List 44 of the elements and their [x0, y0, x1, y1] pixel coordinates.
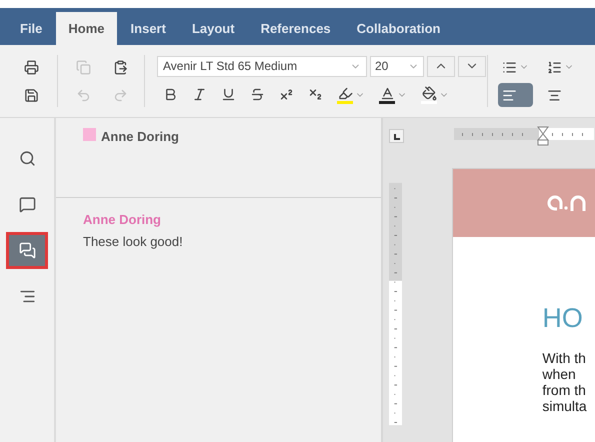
document-text-line: from th: [542, 382, 587, 398]
bullet-list-icon: [502, 60, 517, 74]
underline-icon: [221, 87, 236, 102]
author-name: Anne Doring: [101, 128, 179, 146]
subscript-icon: [308, 87, 323, 102]
comment-icon: [18, 196, 36, 213]
increase-size-button[interactable]: [427, 56, 455, 76]
paste-icon: [113, 60, 128, 74]
save-icon: [24, 88, 39, 102]
align-left-icon: [502, 88, 517, 102]
redo-icon: [113, 88, 128, 102]
printer-icon: [24, 60, 39, 74]
superscript-icon: [279, 87, 294, 102]
ribbon-tab[interactable]: Insert: [118, 12, 178, 45]
align-left-button[interactable]: [498, 83, 533, 107]
copy-icon: [76, 60, 91, 74]
bold-icon: [163, 87, 178, 102]
font-color-icon: [380, 86, 394, 100]
decrease-size-button[interactable]: [458, 56, 486, 76]
comments-button[interactable]: [6, 232, 48, 269]
comment-author: Anne Doring: [83, 211, 162, 229]
document-text-line: when: [542, 366, 577, 382]
undo-icon: [76, 88, 91, 102]
document-text-line: simulta: [542, 398, 588, 414]
ribbon-tab[interactable]: References: [248, 12, 343, 45]
document-text-line: With th: [542, 350, 587, 366]
search-icon: [18, 150, 36, 167]
document-heading: HO: [542, 305, 584, 332]
lines-icon: [18, 288, 36, 305]
tab-stop-icon: [389, 129, 404, 143]
ribbon-tab[interactable]: Collaboration: [344, 12, 452, 45]
italic-icon: [192, 87, 207, 102]
comments-icon: [18, 242, 36, 259]
ribbon-tab[interactable]: File: [8, 12, 54, 45]
font-select[interactable]: Avenir LT Std 65 Medium: [157, 56, 367, 76]
strikethrough-icon: [250, 87, 265, 102]
paint-bucket-icon: [422, 86, 436, 100]
ribbon-tab[interactable]: Layout: [180, 12, 247, 45]
ribbon-tab[interactable]: Home: [56, 12, 117, 45]
font-size-select[interactable]: 20: [370, 56, 424, 76]
highlighter-icon: [338, 86, 352, 100]
numbered-list-icon: [547, 60, 562, 74]
comment-text: These look good!: [83, 232, 184, 251]
align-center-icon: [547, 88, 562, 102]
